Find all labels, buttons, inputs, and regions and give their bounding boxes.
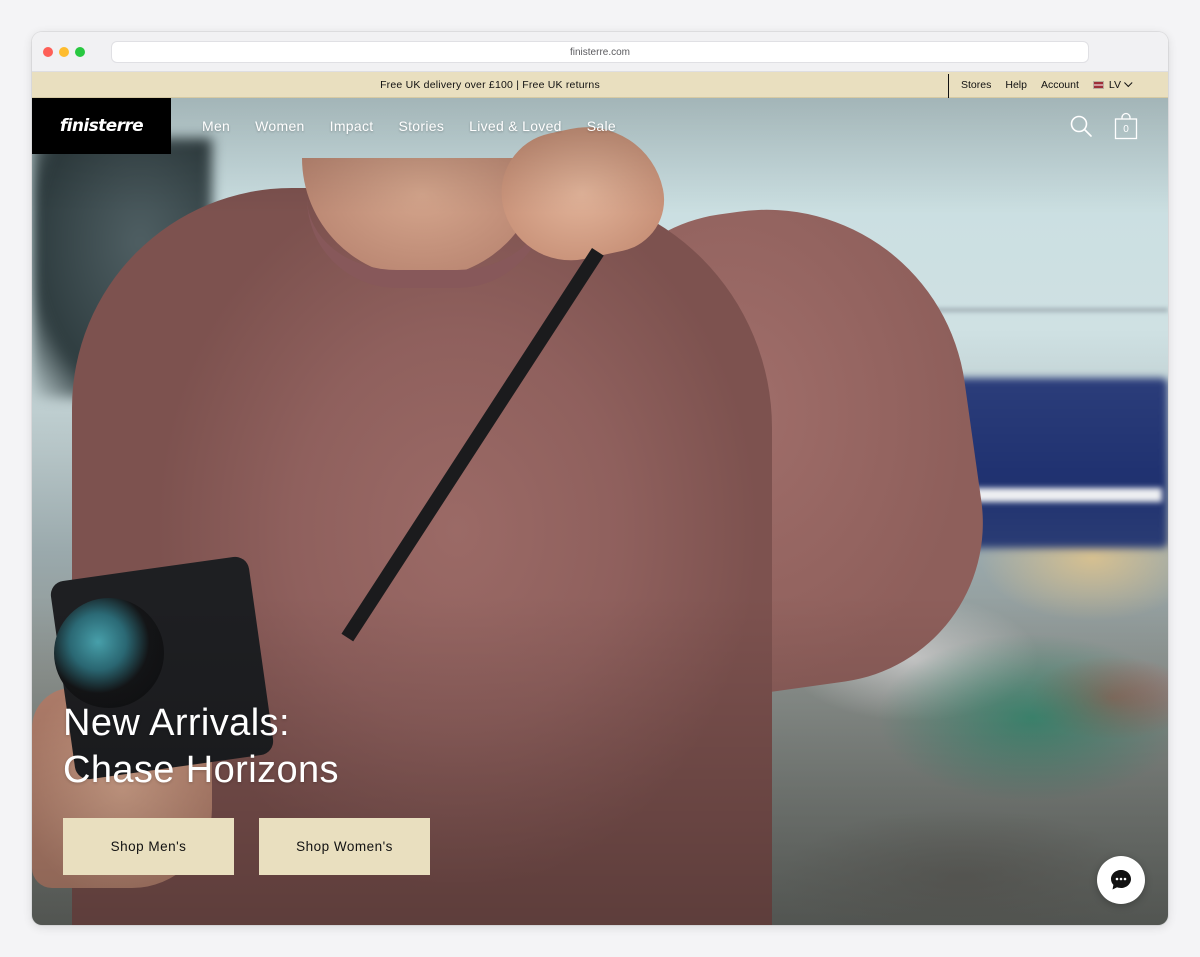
hero-overlay xyxy=(32,98,1168,925)
hero-title-line-2: Chase Horizons xyxy=(63,749,339,791)
chevron-down-icon xyxy=(1124,78,1133,87)
language-code: LV xyxy=(1108,78,1121,91)
chat-button[interactable] xyxy=(1097,856,1145,904)
stores-link[interactable]: Stores xyxy=(961,79,991,91)
chat-bubble-icon xyxy=(1111,870,1131,890)
nav-item-impact[interactable]: Impact xyxy=(330,118,374,134)
nav-item-lived-and-loved[interactable]: Lived & Loved xyxy=(469,118,562,134)
close-window-button[interactable] xyxy=(43,47,53,57)
shop-mens-button[interactable]: Shop Men's xyxy=(63,818,234,875)
announcement-text: Free UK delivery over £100 | Free UK ret… xyxy=(380,78,600,91)
help-link[interactable]: Help xyxy=(1005,79,1027,91)
browser-toolbar: finisterre.com xyxy=(32,32,1168,72)
shop-womens-button[interactable]: Shop Women's xyxy=(259,818,430,875)
site-logo[interactable]: finisterre xyxy=(32,98,171,154)
hero-title-line-1: New Arrivals: xyxy=(63,702,290,744)
cart-count-badge: 0 xyxy=(1123,123,1129,135)
nav-item-women[interactable]: Women xyxy=(255,118,304,134)
nav-item-men[interactable]: Men xyxy=(202,118,230,134)
nav-item-stories[interactable]: Stories xyxy=(398,118,444,134)
announcement-divider xyxy=(948,74,949,98)
hero-banner xyxy=(32,98,1168,925)
maximize-window-button[interactable] xyxy=(75,47,85,57)
browser-window: finisterre.com Free UK delivery over £10… xyxy=(32,32,1168,925)
announcement-bar: Free UK delivery over £100 | Free UK ret… xyxy=(32,72,1168,98)
latvia-flag-icon xyxy=(1092,80,1104,89)
minimize-window-button[interactable] xyxy=(59,47,69,57)
address-bar-url: finisterre.com xyxy=(569,46,630,58)
address-bar[interactable]: finisterre.com xyxy=(111,41,1089,63)
search-icon[interactable] xyxy=(1069,114,1093,138)
account-link[interactable]: Account xyxy=(1041,79,1079,91)
language-selector[interactable]: LV xyxy=(1092,78,1133,91)
utility-links: Stores Help Account LV xyxy=(961,72,1133,97)
nav-item-sale[interactable]: Sale xyxy=(587,118,616,134)
main-nav: Men Women Impact Stories Lived & Loved S… xyxy=(202,98,641,154)
logo-text: finisterre xyxy=(59,116,144,136)
hero-title: New Arrivals: Chase Horizons xyxy=(63,700,623,794)
